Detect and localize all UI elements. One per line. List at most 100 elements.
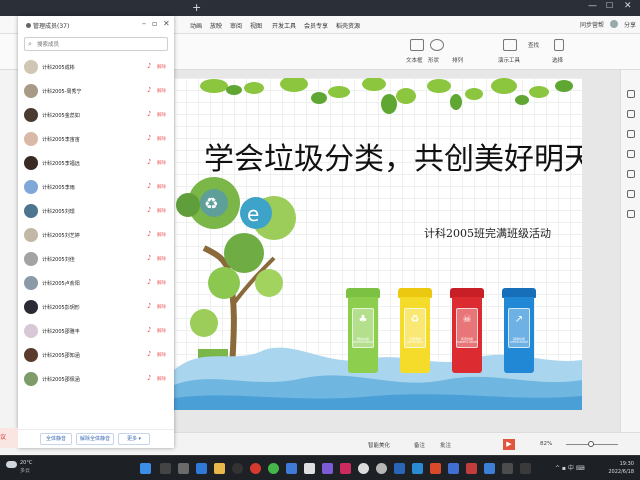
unmute-button[interactable]: 解除 [157, 328, 166, 334]
shape-label[interactable]: 形状 [428, 56, 439, 64]
mic-muted-icon[interactable]: ♪ [147, 230, 151, 238]
slide[interactable]: 学会垃圾分类，共创美好明天 计科2005班完满班级活动 ♻ e ♻ [174, 78, 582, 410]
unmute-button[interactable]: 解除 [157, 136, 166, 142]
mic-muted-icon[interactable]: ♪ [147, 110, 151, 118]
animation-icon[interactable] [627, 110, 635, 118]
presenter-tools-label[interactable]: 演示工具 [498, 56, 520, 64]
beautify-button[interactable]: 智能美化 [368, 441, 390, 449]
mic-muted-icon[interactable]: ♪ [147, 302, 151, 310]
comments-button[interactable]: 批注 [440, 441, 451, 449]
zoom-level[interactable]: 82% [540, 441, 552, 447]
textbox-label[interactable]: 文本框 [406, 56, 423, 64]
search-icon[interactable] [160, 463, 171, 474]
panel-maximize-button[interactable]: ▫ [152, 19, 157, 28]
textbox-icon[interactable] [410, 39, 424, 51]
share-button[interactable]: 分享 [624, 20, 636, 29]
member-row[interactable]: 计科2005刘艺婷 ♪ 解除 [18, 223, 174, 247]
unmute-all-button[interactable]: 解除全体静音 [76, 433, 114, 445]
wps-icon[interactable] [394, 463, 405, 474]
other-app-icon[interactable] [520, 463, 531, 474]
panel-close-button[interactable]: ✕ [163, 19, 170, 28]
unmute-button[interactable]: 解除 [157, 64, 166, 70]
member-row[interactable]: 计科2005刘佳 ♪ 解除 [18, 247, 174, 271]
mic-muted-icon[interactable]: ♪ [147, 134, 151, 142]
settings-icon[interactable] [627, 130, 635, 138]
chrome-icon[interactable] [358, 463, 369, 474]
transition-icon[interactable] [627, 190, 635, 198]
member-row[interactable]: 计科2005李雨 ♪ 解除 [18, 175, 174, 199]
sync-button[interactable]: 同步营帮 [580, 20, 604, 29]
more-button[interactable]: 更多 ▾ [118, 433, 150, 445]
design-icon[interactable] [627, 90, 635, 98]
member-search-input[interactable] [37, 39, 165, 50]
wechat-icon[interactable] [268, 463, 279, 474]
member-row[interactable]: 计科2005李福远 ♪ 解除 [18, 151, 174, 175]
media-player-icon[interactable] [322, 463, 333, 474]
g-app-icon[interactable] [376, 463, 387, 474]
mic-muted-icon[interactable]: ♪ [147, 182, 151, 190]
location-icon[interactable] [627, 210, 635, 218]
zoom-slider-knob[interactable] [588, 441, 594, 447]
mic-muted-icon[interactable]: ♪ [147, 374, 151, 382]
media-icon[interactable] [232, 463, 243, 474]
menu-view[interactable]: 视图 [250, 21, 262, 30]
arrange-label[interactable]: 排列 [452, 56, 463, 64]
office-icon[interactable] [430, 463, 441, 474]
mic-muted-icon[interactable]: ♪ [147, 278, 151, 286]
member-row[interactable]: 计科2005彭玥形 ♪ 解除 [18, 295, 174, 319]
panel-minimize-button[interactable]: – [142, 19, 146, 28]
slide-subtitle[interactable]: 计科2005班完满班级活动 [424, 225, 551, 241]
clock[interactable]: 19:30 2022/6/18 [606, 460, 634, 476]
terminal-icon[interactable] [502, 463, 513, 474]
member-row[interactable]: 计科2005-周秀宁 ♪ 解除 [18, 79, 174, 103]
slide-title[interactable]: 学会垃圾分类，共创美好明天 [204, 134, 582, 178]
unmute-button[interactable]: 解除 [157, 160, 166, 166]
new-tab-button[interactable]: + [192, 1, 201, 14]
menu-docer[interactable]: 稻壳资源 [336, 21, 360, 30]
help-icon[interactable] [627, 170, 635, 178]
unmute-button[interactable]: 解除 [157, 88, 166, 94]
presenter-tools-icon[interactable] [503, 39, 517, 51]
maximize-button[interactable]: ☐ [606, 1, 613, 10]
minimize-button[interactable]: — [588, 1, 597, 11]
unmute-button[interactable]: 解除 [157, 256, 166, 262]
member-search[interactable]: ⌕ [24, 37, 168, 51]
mic-muted-icon[interactable]: ♪ [147, 158, 151, 166]
play-icon[interactable]: ▶ [503, 439, 515, 450]
store-icon[interactable] [412, 463, 423, 474]
netease-music-icon[interactable] [250, 463, 261, 474]
member-row[interactable]: 计科2005邵知涵 ♪ 解除 [18, 343, 174, 367]
select-label[interactable]: 选择 [552, 56, 563, 64]
mic-muted-icon[interactable]: ♪ [147, 206, 151, 214]
mic-muted-icon[interactable]: ♪ [147, 254, 151, 262]
member-row[interactable]: 计科2005李宙宙 ♪ 解除 [18, 127, 174, 151]
unmute-button[interactable]: 解除 [157, 232, 166, 238]
app-icon[interactable] [484, 463, 495, 474]
member-row[interactable]: 计科2005金蕊如 ♪ 解除 [18, 103, 174, 127]
member-row[interactable]: 计科2005邵雅丰 ♪ 解除 [18, 319, 174, 343]
member-row[interactable]: 计科2005卢俞阳 ♪ 解除 [18, 271, 174, 295]
select-icon[interactable] [554, 39, 564, 51]
unmute-button[interactable]: 解除 [157, 184, 166, 190]
notes-button[interactable]: 备注 [414, 441, 425, 449]
member-row[interactable]: 计科2005刘璟 ♪ 解除 [18, 199, 174, 223]
menu-slideshow[interactable]: 放映 [210, 21, 222, 30]
mic-muted-icon[interactable]: ♪ [147, 326, 151, 334]
mic-muted-icon[interactable]: ♪ [147, 62, 151, 70]
system-tray[interactable]: ^ ▪ 中 ⌨ [555, 463, 584, 472]
start-icon[interactable] [140, 463, 151, 474]
meeting-icon[interactable] [286, 463, 297, 474]
menu-developer[interactable]: 开发工具 [272, 21, 296, 30]
task-view-icon[interactable] [178, 463, 189, 474]
file-explorer-icon[interactable] [214, 463, 225, 474]
user-avatar[interactable] [609, 20, 618, 28]
shape-icon[interactable] [430, 39, 444, 51]
unmute-button[interactable]: 解除 [157, 376, 166, 382]
unmute-button[interactable]: 解除 [157, 112, 166, 118]
video-icon[interactable] [340, 463, 351, 474]
menu-animation[interactable]: 动画 [190, 21, 202, 30]
find-button[interactable]: 查找 [528, 41, 539, 49]
menu-review[interactable]: 审阅 [230, 21, 242, 30]
unmute-button[interactable]: 解除 [157, 352, 166, 358]
meeting-tab[interactable]: 议 [0, 428, 18, 448]
